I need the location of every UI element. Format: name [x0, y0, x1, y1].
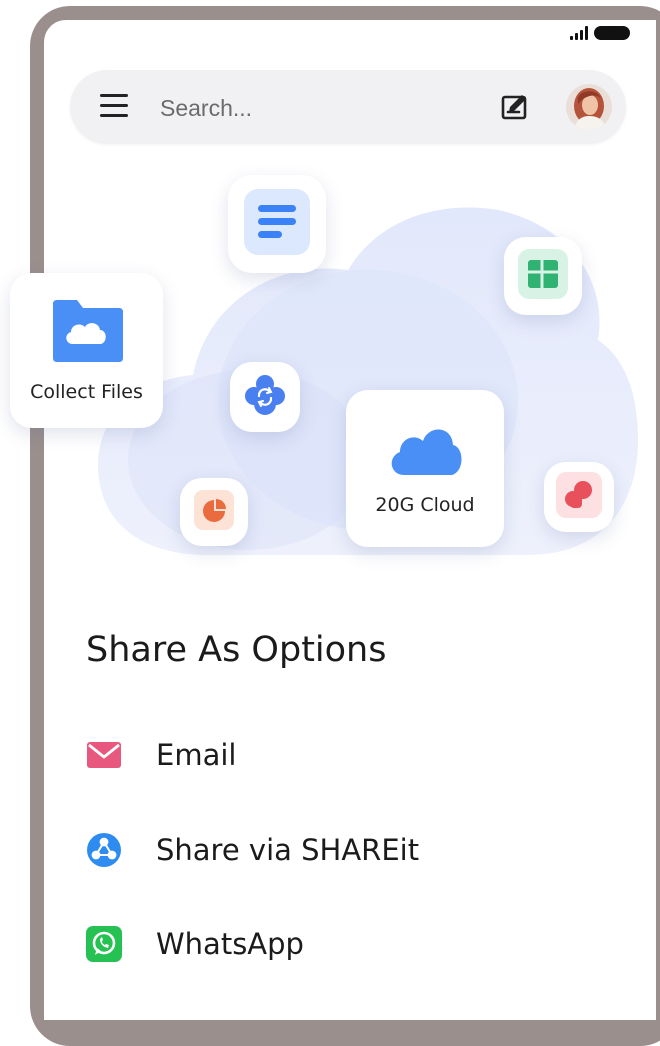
share-option-whatsapp[interactable]: WhatsApp: [86, 916, 606, 972]
search-bar: [70, 70, 626, 144]
docs-icon: [244, 188, 310, 260]
signal-icon: [570, 26, 588, 40]
share-option-shareit[interactable]: Share via SHAREit: [86, 822, 606, 878]
shareit-icon: [86, 832, 122, 868]
collect-files-card[interactable]: Collect Files: [10, 273, 163, 428]
whatsapp-label: WhatsApp: [156, 927, 304, 961]
email-label: Email: [156, 738, 237, 772]
share-options-title: Share As Options: [86, 630, 387, 670]
cloud-storage-card[interactable]: 20G Cloud: [346, 390, 504, 547]
email-icon: [86, 737, 122, 773]
docs-card[interactable]: [228, 175, 326, 273]
cloud-sync-icon: [242, 372, 288, 423]
whatsapp-icon: [86, 926, 122, 962]
sheets-card[interactable]: [504, 237, 582, 315]
pdf-icon: [556, 471, 602, 523]
user-avatar[interactable]: [566, 84, 612, 130]
cloud-icon: [386, 421, 464, 482]
battery-icon: [594, 26, 630, 40]
share-option-email[interactable]: Email: [86, 727, 606, 783]
cloud-sync-card[interactable]: [230, 362, 300, 432]
collect-files-label: Collect Files: [30, 381, 143, 403]
search-input[interactable]: [158, 88, 462, 128]
sheets-icon: [518, 248, 568, 304]
slides-pie-icon: [194, 489, 234, 535]
slides-card[interactable]: [180, 478, 248, 546]
pdf-card[interactable]: [544, 462, 614, 532]
compose-icon[interactable]: [500, 92, 530, 122]
menu-icon[interactable]: [100, 94, 128, 118]
cloud-storage-label: 20G Cloud: [375, 494, 475, 516]
status-bar: [570, 26, 630, 40]
cloud-folder-icon: [49, 298, 125, 369]
shareit-label: Share via SHAREit: [156, 833, 420, 867]
